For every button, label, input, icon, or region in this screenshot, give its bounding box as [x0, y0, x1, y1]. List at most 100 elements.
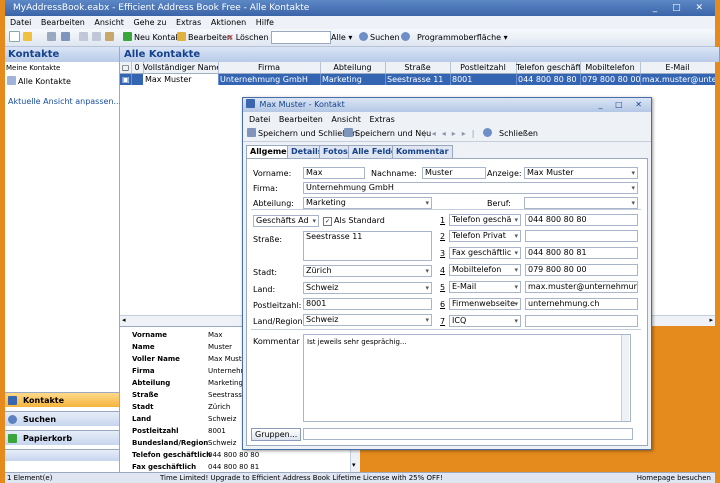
dialog-menu-ansicht[interactable]: Ansicht: [331, 115, 361, 124]
menu-ansicht[interactable]: Ansicht: [94, 18, 124, 27]
print-icon[interactable]: [47, 31, 58, 44]
record-navigation[interactable]: |◂◂▸▸|: [423, 127, 480, 141]
phone-value-field[interactable]: 044 800 80 80: [525, 214, 638, 226]
scroll-right-icon[interactable]: ▸: [709, 316, 713, 324]
dialog-menu-bearbeiten[interactable]: Bearbeiten: [279, 115, 323, 124]
nav-search[interactable]: Suchen: [5, 411, 119, 426]
menu-bearbeiten[interactable]: Bearbeiten: [41, 18, 85, 27]
phone-value-field[interactable]: 044 800 80 81: [525, 247, 638, 259]
help-icon[interactable]: [483, 127, 494, 141]
save-new-button[interactable]: Speichern und Neu: [344, 127, 431, 141]
phone-type-dropdown[interactable]: Firmenwebseite: [449, 298, 521, 310]
nav-trash[interactable]: Papierkorb: [5, 430, 119, 445]
col-zip[interactable]: Postleitzahl: [450, 62, 517, 73]
table-row[interactable]: ▣ Max Muster Unternehmung GmbH Marketing…: [120, 74, 715, 85]
col-department[interactable]: Abteilung: [320, 62, 386, 73]
cell-department[interactable]: Marketing: [320, 74, 386, 85]
scroll-left-icon[interactable]: ◂: [122, 316, 126, 324]
detail-label: Straße: [132, 391, 159, 399]
dialog-window-controls[interactable]: _ □ ✕: [599, 98, 647, 112]
comment-text: Ist jeweils sehr gesprächig...: [307, 338, 407, 346]
phone-type-dropdown[interactable]: Telefon geschä: [449, 214, 521, 226]
company-field[interactable]: Unternehmung GmbH: [303, 182, 638, 194]
cell-mobile[interactable]: 079 800 80 00: [580, 74, 641, 85]
nav-contacts[interactable]: Kontakte: [5, 392, 119, 407]
zip-field[interactable]: 8001: [303, 298, 432, 310]
region-label: Land/Region:: [253, 317, 306, 326]
comment-scrollbar[interactable]: [621, 335, 629, 421]
address-type-dropdown[interactable]: Geschäfts Ad: [253, 215, 319, 227]
paste-icon[interactable]: [105, 31, 116, 44]
search-icon: [359, 32, 368, 41]
filter-text-input[interactable]: [271, 31, 331, 44]
phone-value-field[interactable]: 079 800 80 00: [525, 264, 638, 276]
phone-type-dropdown[interactable]: Fax geschäftlic: [449, 247, 521, 259]
menu-extras[interactable]: Extras: [176, 18, 201, 27]
phone-type-dropdown[interactable]: ICQ: [449, 315, 521, 327]
first-name-field[interactable]: Max: [303, 167, 365, 179]
save-icon[interactable]: [61, 31, 72, 44]
comment-textarea[interactable]: Ist jeweils sehr gesprächig...: [303, 334, 631, 422]
cell-full-name[interactable]: Max Muster: [143, 74, 219, 85]
dialog-title: Max Muster - Kontakt: [259, 100, 345, 109]
display-label: Anzeige:: [487, 169, 522, 178]
job-field[interactable]: [524, 197, 638, 209]
search-button[interactable]: Suchen: [359, 31, 400, 44]
col-email[interactable]: E-Mail: [640, 62, 715, 73]
department-field[interactable]: Marketing: [303, 197, 432, 209]
groups-button[interactable]: Gruppen...: [251, 428, 302, 441]
first-name-label: Vorname:: [253, 169, 292, 178]
as-default-checkbox[interactable]: ✓ Als Standard: [323, 216, 385, 226]
display-dropdown[interactable]: Max Muster: [524, 167, 638, 179]
close-button[interactable]: Schließen: [499, 127, 538, 141]
col-street[interactable]: Straße: [385, 62, 451, 73]
region-field[interactable]: Schweiz: [303, 314, 432, 326]
phone-type-dropdown[interactable]: Telefon Privat: [449, 230, 521, 242]
copy-icon[interactable]: [92, 31, 103, 44]
phone-value-field[interactable]: [525, 315, 638, 327]
edit-button[interactable]: Bearbeiten: [177, 31, 232, 44]
tab-fotos[interactable]: Fotos: [319, 145, 352, 158]
filter-dropdown[interactable]: Alle ▾: [331, 31, 352, 44]
detail-label: Telefon geschäftlich: [132, 451, 212, 459]
menu-datei[interactable]: Datei: [10, 18, 31, 27]
new-contact-button[interactable]: Neu Kontakt: [123, 31, 183, 44]
dialog-menu-extras[interactable]: Extras: [369, 115, 394, 124]
nav-overflow[interactable]: [5, 449, 119, 461]
program-ui-dropdown[interactable]: Programmoberfläche ▾: [417, 31, 508, 44]
cell-phone[interactable]: 044 800 80 80: [516, 74, 581, 85]
window-controls[interactable]: _ □ ✕: [653, 0, 709, 16]
cell-zip[interactable]: 8001: [450, 74, 517, 85]
delete-button[interactable]: ✕ Löschen: [227, 31, 269, 44]
detail-value: Seestrasse: [208, 391, 247, 399]
menu-gehe-zu[interactable]: Gehe zu: [133, 18, 166, 27]
customize-view-link[interactable]: Aktuelle Ansicht anpassen...: [8, 97, 121, 106]
col-company[interactable]: Firma: [218, 62, 321, 73]
tab-kommentar[interactable]: Kommentar: [392, 145, 453, 158]
cell-email[interactable]: max.muster@unternehm: [640, 74, 715, 85]
phone-type-dropdown[interactable]: Mobiltelefon: [449, 264, 521, 276]
menu-hilfe[interactable]: Hilfe: [256, 18, 274, 27]
help-icon[interactable]: [401, 31, 412, 44]
cut-icon[interactable]: [79, 31, 90, 44]
cell-street[interactable]: Seestrasse 11: [385, 74, 451, 85]
col-phone[interactable]: Telefon geschäftlich: [516, 62, 581, 73]
cell-company[interactable]: Unternehmung GmbH: [218, 74, 321, 85]
save-close-button[interactable]: Speichern und Schließen: [247, 127, 357, 141]
menu-aktionen[interactable]: Aktionen: [211, 18, 246, 27]
last-name-field[interactable]: Muster: [422, 167, 486, 179]
city-field[interactable]: Zürich: [303, 265, 432, 277]
street-field[interactable]: Seestrasse 11: [303, 231, 432, 261]
phone-type-dropdown[interactable]: E-Mail: [449, 281, 521, 293]
col-mobile[interactable]: Mobiltelefon: [580, 62, 641, 73]
col-full-name[interactable]: Vollständiger Name: [143, 62, 219, 73]
phone-value-field[interactable]: max.muster@unternehmur: [525, 281, 638, 293]
dialog-menu-datei[interactable]: Datei: [249, 115, 270, 124]
sidebar-item-all-contacts[interactable]: Alle Kontakte: [7, 76, 71, 86]
phone-value-field[interactable]: unternehmung.ch: [525, 298, 638, 310]
groups-field[interactable]: [303, 428, 633, 440]
phone-value-field[interactable]: [525, 230, 638, 242]
new-doc-icon[interactable]: [9, 31, 22, 44]
open-icon[interactable]: [23, 31, 34, 44]
country-field[interactable]: Schweiz: [303, 282, 432, 294]
